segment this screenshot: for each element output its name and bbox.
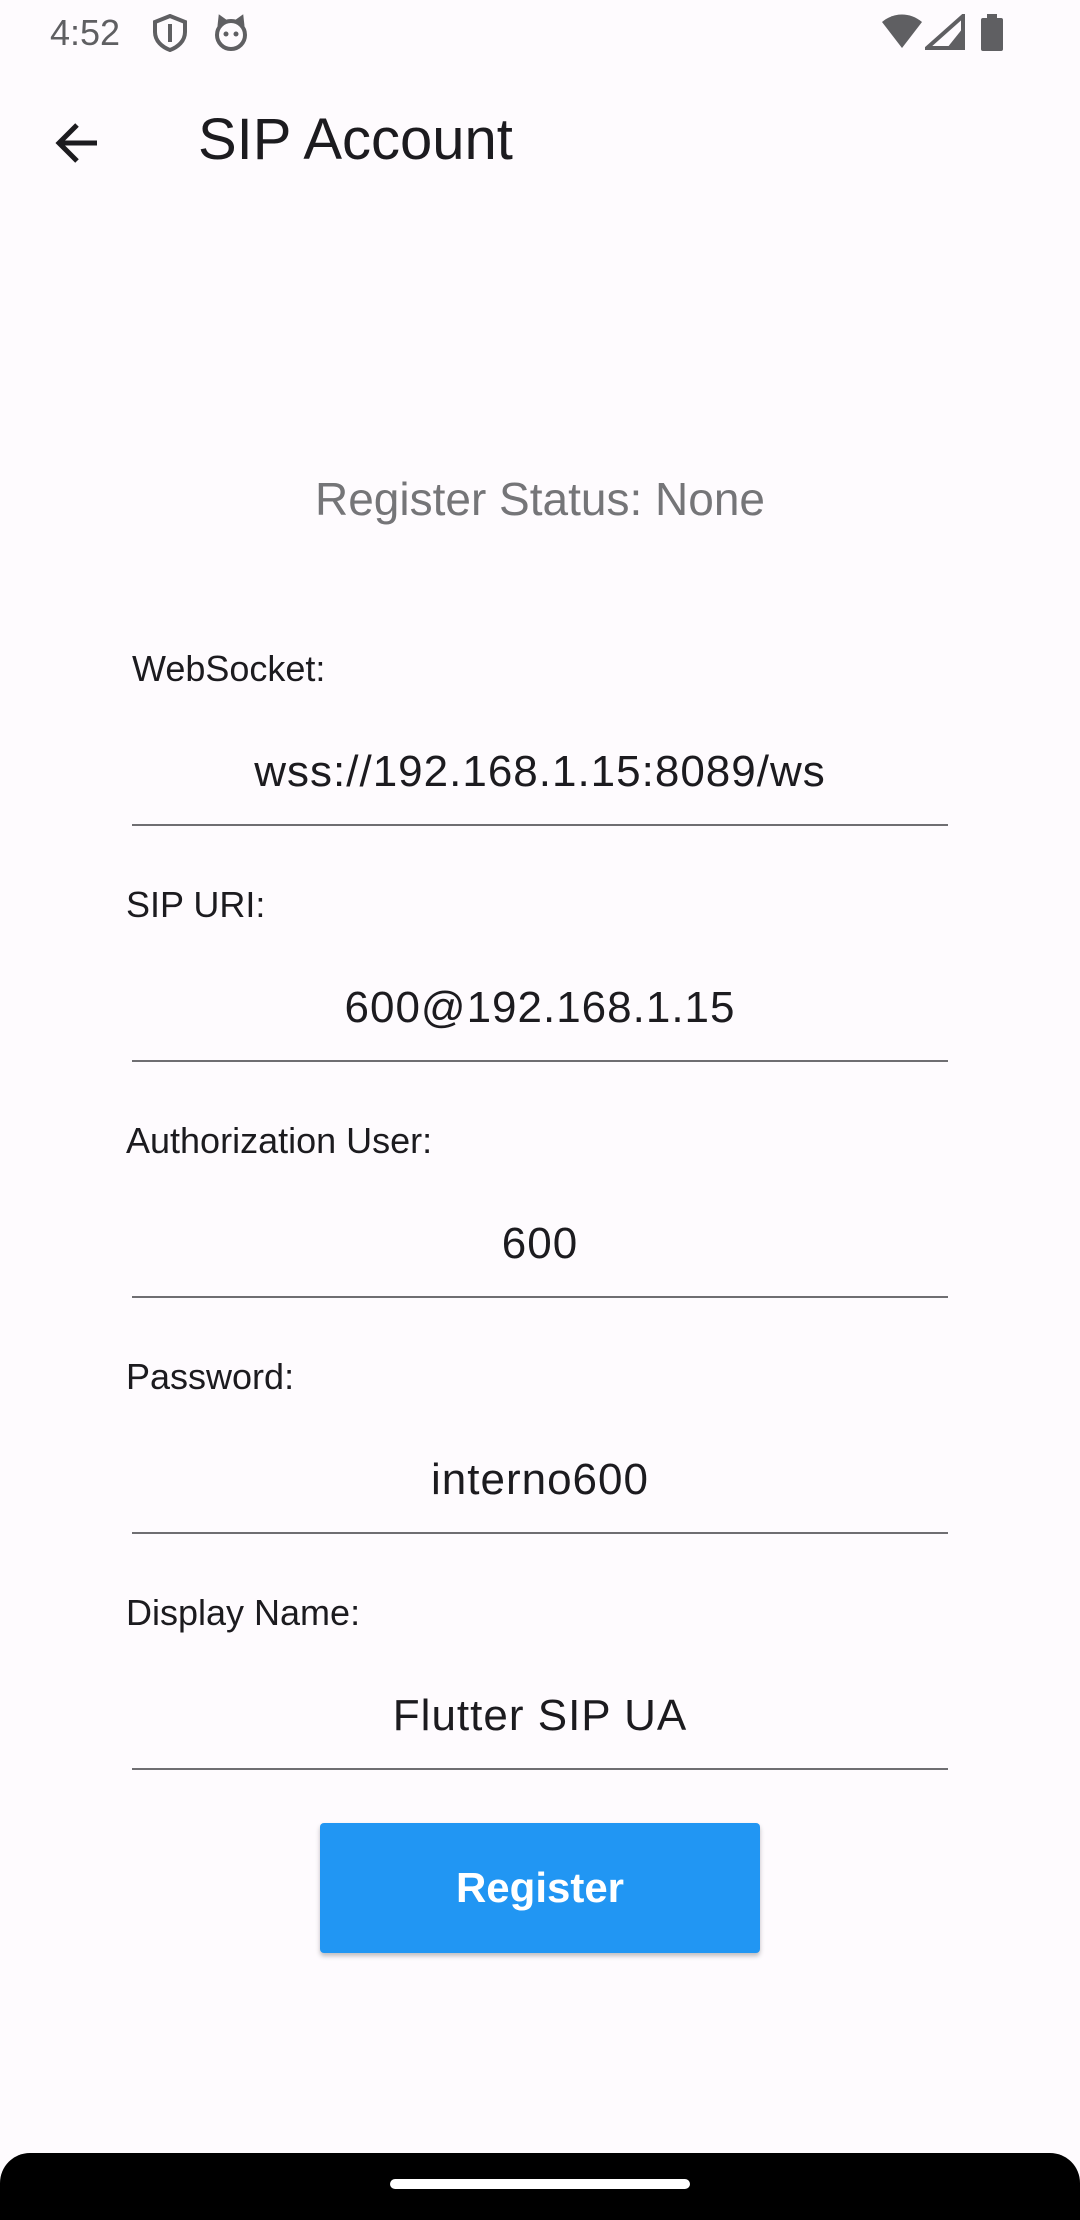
sip-uri-input[interactable] [132,972,948,1044]
auth-user-label: Authorization User: [126,1120,433,1161]
page-title: SIP Account [198,107,513,172]
register-status-text: Register Status: None [314,473,765,525]
websocket-input[interactable] [132,736,948,808]
cat-icon [212,14,250,57]
home-indicator[interactable] [390,2179,690,2189]
sip-uri-label: SIP URI: [126,884,266,925]
register-button[interactable]: Register [320,1823,760,1953]
auth-user-input[interactable] [132,1208,948,1280]
websocket-label: WebSocket: [132,648,326,689]
display-name-label: Display Name: [126,1592,361,1633]
sip-uri-underline [132,1060,948,1062]
status-bar: 4:52 [0,0,1080,66]
wifi-icon [880,14,924,55]
auth-user-underline [132,1296,948,1298]
battery-icon [980,14,1004,57]
shield-icon [152,13,188,57]
websocket-underline [132,824,948,826]
display-name-underline [132,1768,948,1770]
password-label: Password: [126,1356,295,1397]
sip-account-screen: 4:52 SIP Account Register Status: None W… [0,0,1080,2220]
arrow-back-icon [55,123,97,163]
back-button[interactable] [42,108,112,178]
password-input[interactable] [132,1444,948,1516]
app-bar: SIP Account [0,66,1080,216]
display-name-input[interactable] [132,1680,948,1752]
signal-icon [921,11,965,55]
status-time: 4:52 [50,12,121,53]
password-underline [132,1532,948,1534]
